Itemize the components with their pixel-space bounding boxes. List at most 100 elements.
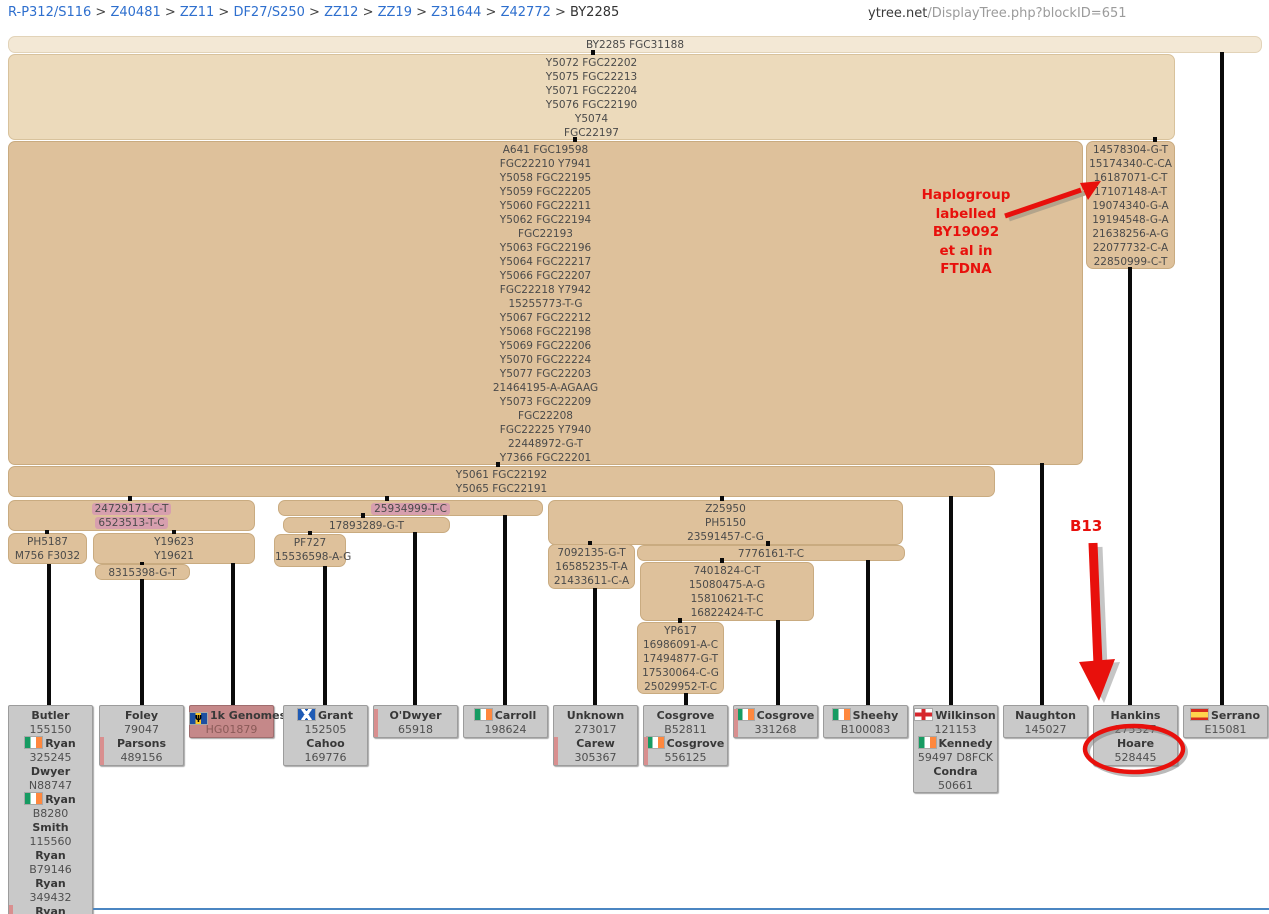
- breadcrumb-separator: >: [214, 5, 233, 20]
- clade-block-y5072[interactable]: Y5072 FGC22202Y5075 FGC22213Y5071 FGC222…: [8, 54, 1175, 140]
- snp-label: PH5150: [549, 516, 902, 530]
- tester-surname: Dwyer: [9, 765, 92, 779]
- clade-block-by2285[interactable]: BY2285 FGC31188: [8, 36, 1262, 53]
- branch-line-serrano: [1220, 52, 1224, 705]
- clade-block-25934999[interactable]: 25934999-T-C: [278, 500, 543, 516]
- flag-icon-ie: [475, 709, 492, 720]
- snp-label: Y5076 FGC22190: [9, 98, 1174, 112]
- clade-block-z25950[interactable]: Z25950PH515023591457-C-G: [548, 500, 903, 545]
- leaf-box-cosgrove-2[interactable]: Cosgrove331268: [733, 705, 818, 738]
- flag-icon-ie: [737, 709, 754, 720]
- note-arrow-icon: [995, 172, 1110, 227]
- leaf-box-grant[interactable]: Grant152505Cahoo169776: [283, 705, 368, 766]
- ytree-display-tree-page: R-P312/S116 > Z40481 > ZZ11 > DF27/S250 …: [0, 0, 1269, 914]
- breadcrumb-z42772[interactable]: Z42772: [501, 5, 551, 20]
- ystr-match-stripe: [734, 709, 738, 737]
- snp-label: YP617: [638, 624, 723, 638]
- branch-line-unknown: [593, 588, 597, 705]
- leaf-box-odwyer[interactable]: O'Dwyer65918: [373, 705, 458, 738]
- tester-kit-number: 556125: [644, 751, 727, 765]
- b13-label: B13: [1070, 517, 1130, 535]
- connector-tick: [496, 462, 500, 467]
- tester-kit-number: 198624: [464, 723, 547, 737]
- snp-label: 21464195-A-AGAAG: [9, 381, 1082, 395]
- hoare-highlight-circle: [1078, 720, 1192, 782]
- snp-label: Y5067 FGC22212: [9, 311, 1082, 325]
- breadcrumb-df27-s250[interactable]: DF27/S250: [233, 5, 304, 20]
- clade-block-7401824[interactable]: 7401824-C-T15080475-A-G15810621-T-C16822…: [640, 562, 814, 621]
- snp-label: Y5065 FGC22191: [9, 482, 994, 496]
- clade-block-pf727[interactable]: PF72715536598-A-G: [274, 534, 346, 567]
- snp-label-highlighted: 6523513-T-C: [95, 517, 167, 529]
- clade-block-24729171[interactable]: 24729171-C-T6523513-T-C: [8, 500, 255, 531]
- snp-label: 8315398-G-T: [96, 566, 189, 580]
- leaf-box-carroll[interactable]: Carroll198624: [463, 705, 548, 738]
- ystr-match-stripe: [644, 737, 648, 765]
- breadcrumb-zz19[interactable]: ZZ19: [378, 5, 412, 20]
- tester-kit-number: 169776: [284, 751, 367, 765]
- breadcrumb-separator: >: [161, 5, 180, 20]
- leaf-box-1k-genomes[interactable]: ψ1k GenomesHG01879: [189, 705, 274, 738]
- flag-icon-eng: [915, 709, 932, 720]
- tester-kit-number: HG01879: [190, 723, 273, 737]
- leaf-box-unknown-carew[interactable]: Unknown273017Carew305367: [553, 705, 638, 766]
- breadcrumb-zz11[interactable]: ZZ11: [180, 5, 214, 20]
- leaf-box-butler[interactable]: Butler155150Ryan325245DwyerN88747RyanB82…: [8, 705, 93, 914]
- clade-block-8315398[interactable]: 8315398-G-T: [95, 564, 190, 580]
- tester-surname: Kennedy: [914, 737, 997, 751]
- leaf-box-sheehy[interactable]: SheehyB100083: [823, 705, 908, 738]
- b13-arrow-icon: [1065, 538, 1135, 710]
- snp-label: Y5061 FGC22192: [9, 468, 994, 482]
- snp-label: 22448972-G-T: [9, 437, 1082, 451]
- leaf-box-foley[interactable]: Foley79047Parsons489156: [99, 705, 184, 766]
- tester-surname: Foley: [100, 709, 183, 723]
- clade-block-ph5187[interactable]: PH5187M756 F3032: [8, 533, 87, 564]
- tester-surname: Ryan: [9, 877, 92, 891]
- snp-label: 17494877-G-T: [638, 652, 723, 666]
- clade-block-y5061[interactable]: Y5061 FGC22192Y5065 FGC22191: [8, 466, 995, 497]
- note-line: et al in: [916, 242, 1016, 261]
- clade-block-7776161[interactable]: 7776161-T-C: [637, 545, 905, 561]
- tester-kit-number: 121153: [914, 723, 997, 737]
- tester-surname: Carew: [554, 737, 637, 751]
- tester-surname: Cosgrove: [734, 709, 817, 723]
- connector-tick: [766, 541, 770, 546]
- connector-tick: [591, 50, 595, 55]
- snp-label: Y5074: [9, 112, 1174, 126]
- leaf-box-serrano[interactable]: SerranoE15081: [1183, 705, 1268, 738]
- leaf-box-wilkinson[interactable]: Wilkinson121153Kennedy59497 D8FCKCondra5…: [913, 705, 998, 793]
- snp-label: 22077732-C-A: [1087, 241, 1174, 255]
- tester-kit-number: B52811: [644, 723, 727, 737]
- breadcrumb-r-p312-s116[interactable]: R-P312/S116: [8, 5, 91, 20]
- flag-icon-bb: ψ: [190, 713, 207, 724]
- snp-label: 15810621-T-C: [641, 592, 813, 606]
- ystr-match-stripe: [100, 737, 104, 765]
- tester-kit-number: 65918: [374, 723, 457, 737]
- tester-kit-number: 152505: [284, 723, 367, 737]
- ystr-match-stripe: [554, 737, 558, 765]
- page-url: ytree.net/DisplayTree.php?blockID=651: [868, 6, 1127, 21]
- url-host: ytree.net: [868, 6, 927, 21]
- snp-label: 14578304-G-T: [1087, 143, 1174, 157]
- breadcrumb-z31644[interactable]: Z31644: [431, 5, 481, 20]
- tester-surname: Cosgrove: [644, 737, 727, 751]
- clade-block-y19623[interactable]: Y19623Y19621: [93, 533, 255, 564]
- clade-block-7092135[interactable]: 7092135-G-T16585235-T-A21433611-C-A: [548, 544, 635, 589]
- ystr-match-stripe: [9, 905, 13, 914]
- leaf-box-cosgrove[interactable]: CosgroveB52811Cosgrove556125: [643, 705, 728, 766]
- tester-kit-number: 50661: [914, 779, 997, 793]
- snp-label: FGC22208: [9, 409, 1082, 423]
- clade-block-yp617[interactable]: YP61716986091-A-C17494877-G-T17530064-C-…: [637, 622, 724, 694]
- breadcrumb-zz12[interactable]: ZZ12: [324, 5, 358, 20]
- ystr-match-stripe: [374, 709, 378, 737]
- snp-label: Y19621: [94, 549, 254, 563]
- snp-label: FGC22225 Y7940: [9, 423, 1082, 437]
- tester-surname: Cahoo: [284, 737, 367, 751]
- snp-label: Z25950: [549, 502, 902, 516]
- snp-label: 24729171-C-T: [9, 502, 254, 516]
- snp-label: 25934999-T-C: [279, 502, 542, 516]
- tester-surname: Condra: [914, 765, 997, 779]
- horizontal-scrollbar[interactable]: [93, 908, 1269, 910]
- snp-label: Y5069 FGC22206: [9, 339, 1082, 353]
- breadcrumb-z40481[interactable]: Z40481: [110, 5, 160, 20]
